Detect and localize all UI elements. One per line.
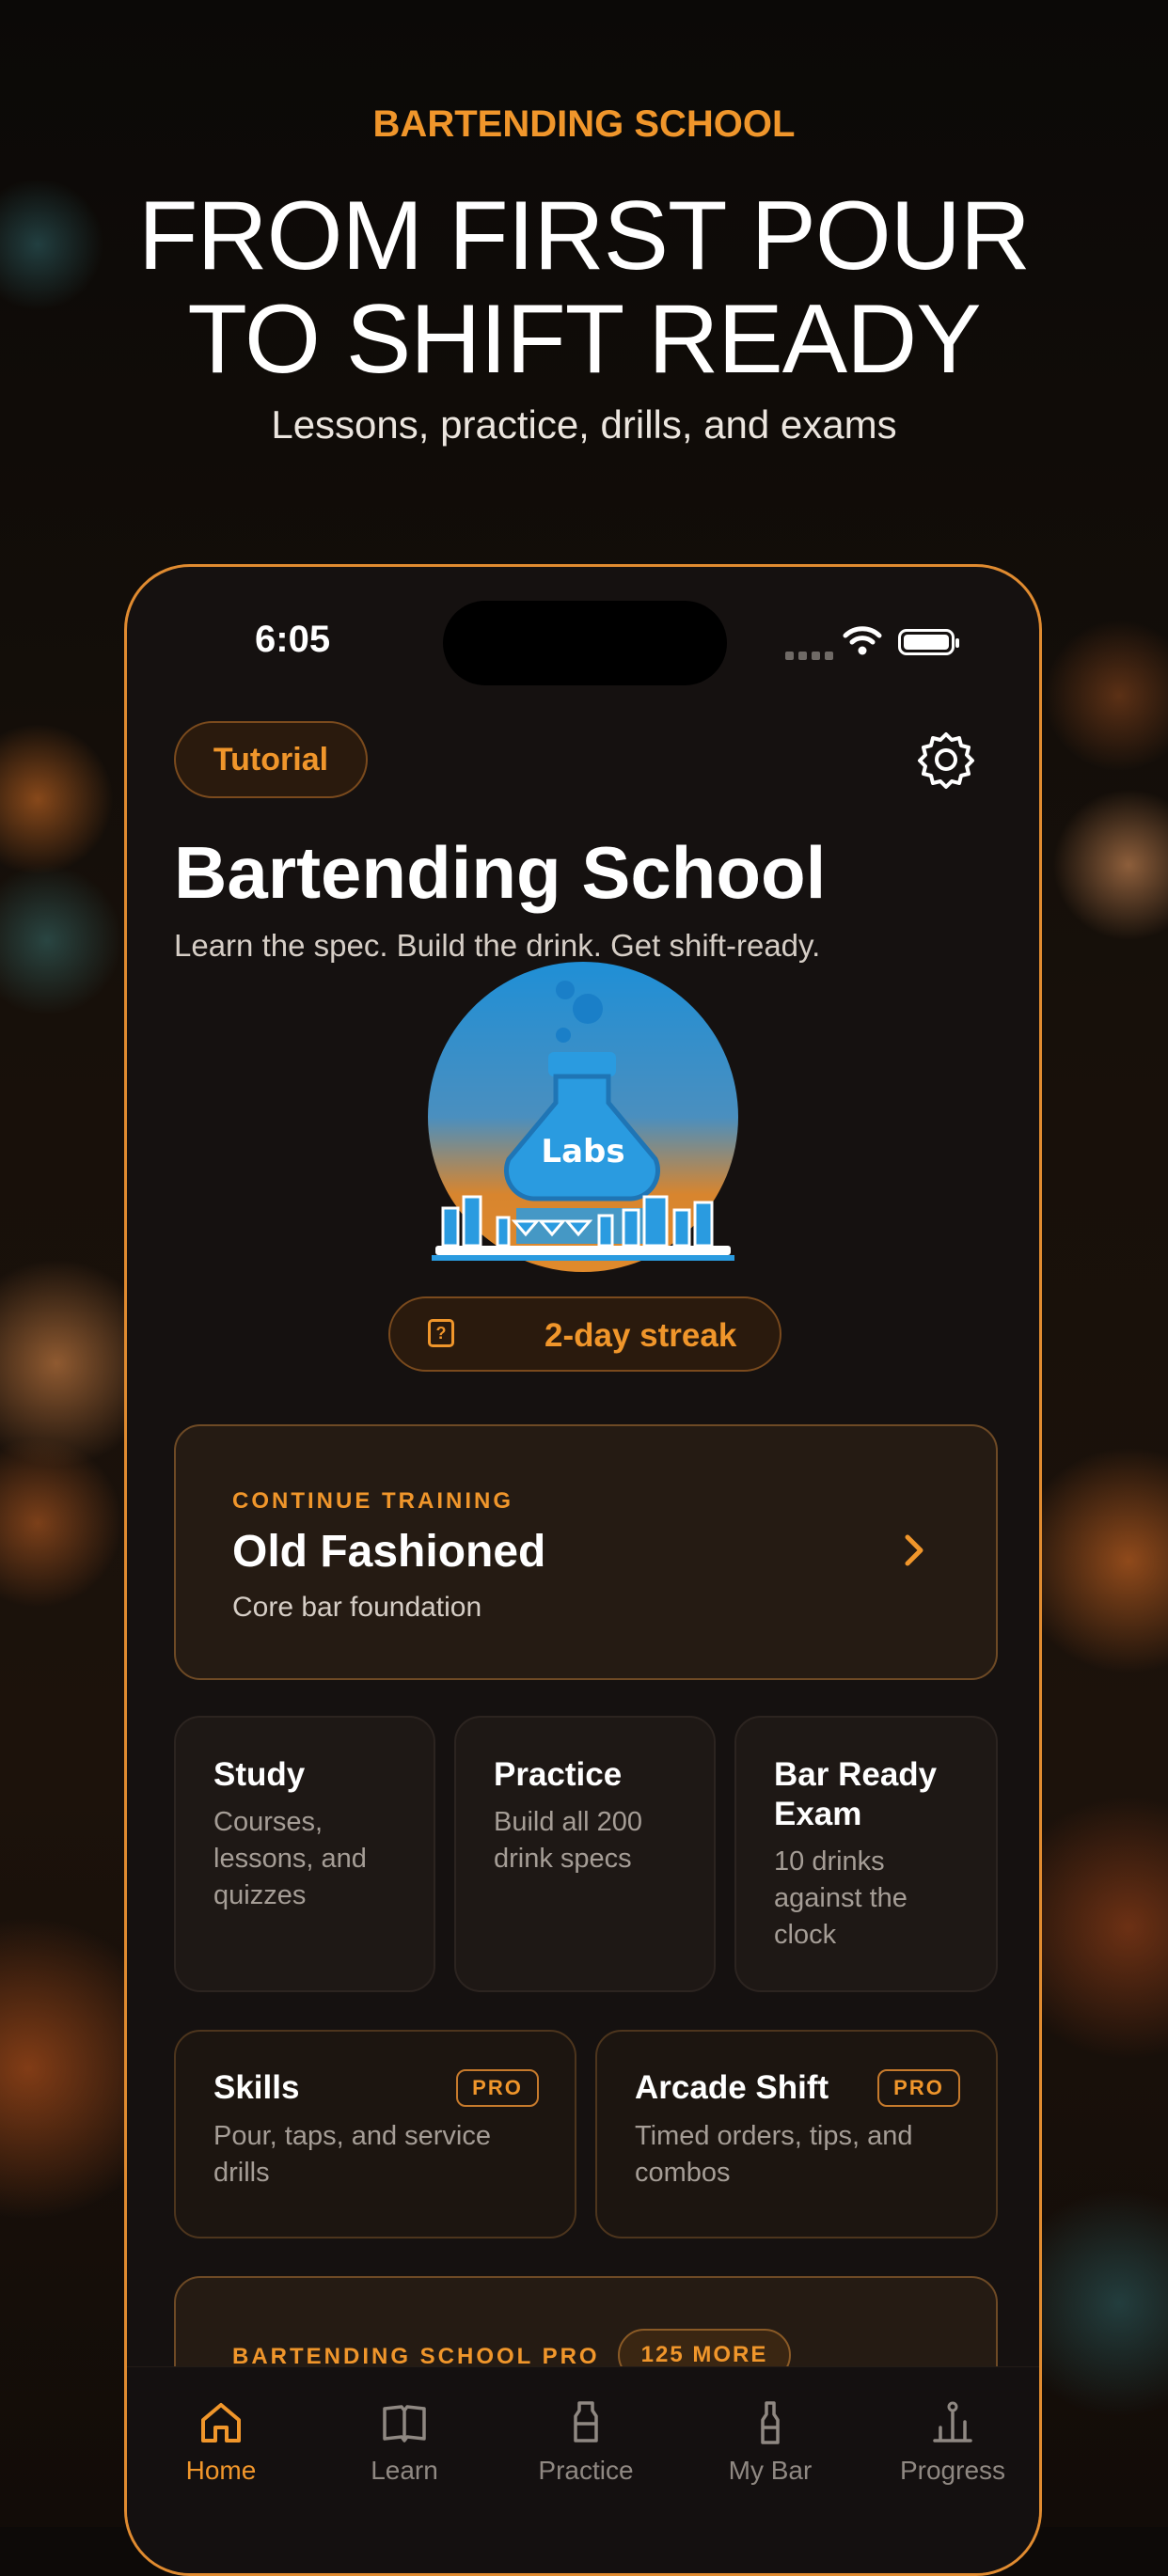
tab-label: Learn [371,2456,438,2485]
streak-badge[interactable]: ? 2-day streak [388,1296,781,1372]
podium-icon [933,2401,972,2442]
pro-badge: PRO [456,2069,539,2107]
streak-icon: ? [428,1319,454,1347]
dynamic-island [443,601,727,685]
chevron-right-icon [905,1534,923,1566]
tile-title: Bar Ready Exam [774,1756,938,1832]
wifi-icon [843,626,882,655]
tutorial-button[interactable]: Tutorial [174,721,368,798]
tab-label: My Bar [728,2456,813,2485]
streak-label: 2-day streak [545,1317,737,1354]
tab-learn[interactable]: Learn [320,2399,489,2486]
continue-subtitle: Core bar foundation [232,1592,482,1623]
hero-subtitle: Lessons, practice, drills, and exams [271,402,897,447]
hero-headline-line1: FROM FIRST POUR [138,181,1031,291]
battery-icon [898,629,959,655]
hero-eyebrow: BARTENDING SCHOOL [372,103,796,145]
tab-label: Practice [538,2456,634,2485]
practice-tile[interactable]: Practice Build all 200 drink specs [454,1716,716,1992]
tile-description: Timed orders, tips, and combos [635,2121,913,2188]
study-tile[interactable]: Study Courses, lessons, and quizzes [174,1716,435,1992]
tab-home[interactable]: Home [136,2399,306,2486]
phone-frame: 6:05 Tutorial Bartending School Learn th… [124,564,1042,2576]
labs-logo: Labs [428,962,738,1272]
tab-progress[interactable]: Progress [868,2399,1037,2486]
status-time: 6:05 [255,619,331,660]
continue-drink-name: Old Fashioned [232,1527,546,1577]
tab-label: Home [185,2456,257,2485]
bar-ready-exam-tile[interactable]: Bar Ready Exam 10 drinks against the clo… [734,1716,998,1992]
book-icon [383,2405,426,2442]
tile-description: 10 drinks against the clock [774,1846,908,1950]
status-bar: 6:05 [127,567,1039,717]
bottle-icon [574,2401,598,2442]
home-icon [201,2403,241,2442]
logo-text: Labs [541,1133,624,1170]
tab-practice[interactable]: Practice [501,2399,671,2486]
pro-badge: PRO [877,2069,960,2107]
wine-bottle-icon [761,2401,780,2444]
skills-tile[interactable]: Skills PRO Pour, taps, and service drill… [174,2030,576,2238]
tile-title: Study [213,1756,306,1793]
page-title: Bartending School [174,831,827,914]
tile-title: Practice [494,1756,623,1793]
page-tagline: Learn the spec. Build the drink. Get shi… [174,928,821,963]
tab-my-bar[interactable]: My Bar [686,2399,855,2486]
tile-description: Build all 200 drink specs [494,1807,642,1874]
arcade-shift-tile[interactable]: Arcade Shift PRO Timed orders, tips, and… [595,2030,998,2238]
hero-headline-line2: TO SHIFT READY [187,285,981,394]
tab-bar: Home Learn Practice My Bar Progress [127,2366,1039,2573]
tile-description: Courses, lessons, and quizzes [213,1807,367,1910]
continue-training-card[interactable]: CONTINUE TRAINING Old Fashioned Core bar… [174,1424,998,1680]
continue-eyebrow: CONTINUE TRAINING [232,1488,513,1514]
signal-icon [785,652,833,660]
tab-label: Progress [899,2456,1006,2485]
tile-description: Pour, taps, and service drills [213,2121,491,2188]
hero-headline: FROM FIRST POUR TO SHIFT READY [0,184,1168,391]
tile-title: Arcade Shift [635,2069,829,2106]
gear-icon[interactable] [915,729,977,791]
tile-title: Skills [213,2069,300,2106]
